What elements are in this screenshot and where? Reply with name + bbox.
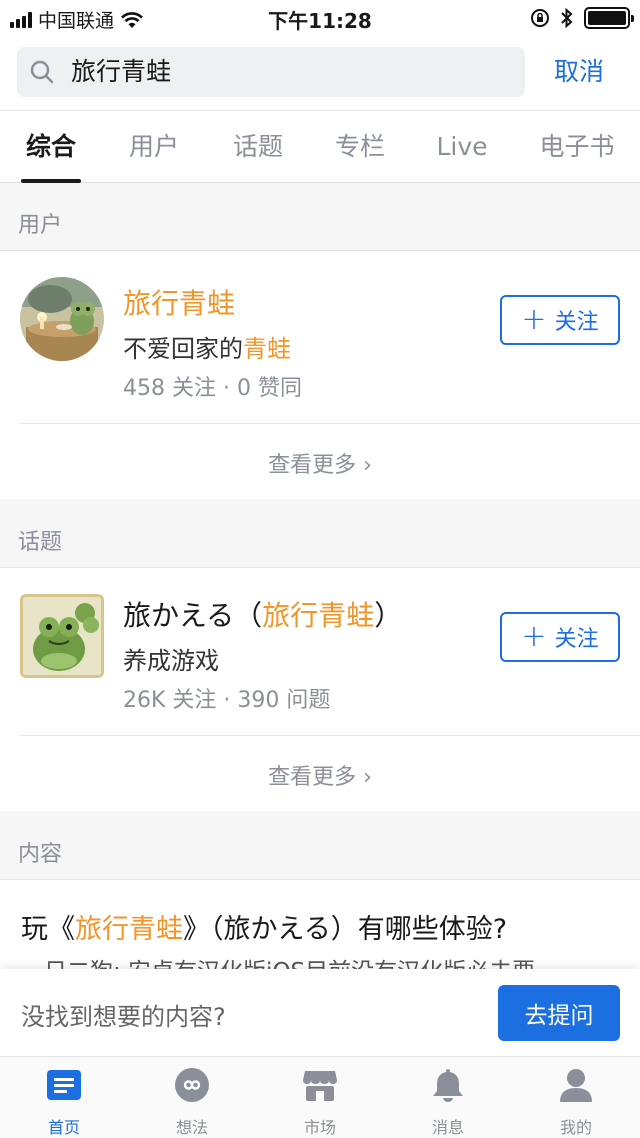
topic-image[interactable] [20,594,104,678]
topic-title-text: 旅かえる（ [123,599,263,632]
orientation-lock-icon [531,9,549,27]
tabbar-label: 首页 [47,1118,80,1137]
tabbar-label: 想法 [175,1118,208,1137]
home-icon [47,1070,81,1100]
frog-avatar-image [20,277,104,361]
tabbar-item-market[interactable]: 市场 [256,1057,384,1138]
market-icon [303,1071,337,1101]
topic-title-suffix: ） [374,599,403,632]
frog-topic-image [23,597,101,675]
ask-prompt: 没找到想要的内容? [21,1003,226,1031]
search-icon [30,60,54,84]
ask-bar: 没找到想要的内容? 去提问 [0,969,640,1057]
section-header-topics: 话题 [0,500,640,568]
bottom-tab-bar: 首页 想法 市场 消息 我的 [0,1057,640,1138]
topic-title-highlight: 旅行青蛙 [262,599,375,632]
tabbar-item-profile[interactable]: 我的 [512,1057,640,1138]
topic-subtitle: 养成游戏 [123,647,219,675]
content-title-text: 玩《 [21,914,75,945]
divider [20,735,640,736]
search-bar: 取消 [0,36,640,110]
section-header-content: 内容 [0,812,640,880]
topic-card[interactable]: 旅かえる（旅行青蛙） 养成游戏 26K 关注 · 390 问题 + 关注 查看更… [0,568,640,811]
search-box[interactable] [17,47,525,97]
user-bio-highlight: 青蛙 [243,335,291,363]
user-name[interactable]: 旅行青蛙 [123,282,235,322]
user-card[interactable]: 旅行青蛙 不爱回家的青蛙 458 关注 · 0 赞同 + 关注 查看更多 › [0,251,640,499]
tab-columns[interactable]: 专栏 [330,111,390,183]
avatar[interactable] [20,277,104,361]
user-bio: 不爱回家的青蛙 [123,329,291,364]
bell-icon [433,1069,463,1102]
follow-topic-button[interactable]: + 关注 [500,612,620,662]
result-tabs: 综合 用户 话题 专栏 Live 电子书 [0,110,640,183]
user-meta: 458 关注 · 0 赞同 [123,376,302,401]
view-more-topics-link[interactable]: 查看更多 › [0,759,640,791]
profile-icon [560,1069,592,1102]
tabbar-item-home[interactable]: 首页 [0,1057,128,1138]
battery-icon [584,7,634,29]
tab-live[interactable]: Live [430,111,494,183]
section-title: 话题 [18,530,63,555]
bluetooth-icon [561,8,573,28]
content-title-highlight: 旅行青蛙 [75,914,183,945]
status-bar: 中国联通 下午11:28 [0,0,640,36]
tabbar-item-ideas[interactable]: 想法 [128,1057,256,1138]
content-title-suffix: 》（旅かえる）有哪些体验? [183,914,508,945]
idea-icon [175,1068,209,1102]
ask-question-button[interactable]: 去提问 [498,985,620,1041]
tabbar-item-messages[interactable]: 消息 [384,1057,512,1138]
tab-ebooks[interactable]: 电子书 [536,111,618,183]
follow-label: 关注 [554,310,599,335]
user-bio-text: 不爱回家的 [123,335,243,363]
section-header-users: 用户 [0,183,640,251]
topic-title[interactable]: 旅かえる（旅行青蛙） [123,594,402,634]
view-more-users-link[interactable]: 查看更多 › [0,447,640,479]
user-name-highlight: 旅行青蛙 [123,287,236,320]
content-title[interactable]: 玩《旅行青蛙》（旅かえる）有哪些体验? [21,907,507,946]
status-right [530,7,634,29]
topic-meta: 26K 关注 · 390 问题 [123,688,331,713]
follow-user-button[interactable]: + 关注 [500,295,620,345]
follow-label: 关注 [554,627,599,652]
cancel-button[interactable]: 取消 [554,47,604,97]
section-title: 内容 [18,842,63,867]
search-input[interactable] [71,47,511,97]
tab-all[interactable]: 综合 [21,111,81,183]
tabbar-label: 消息 [431,1118,464,1137]
tabbar-label: 市场 [303,1118,336,1137]
tab-topics[interactable]: 话题 [228,111,288,183]
divider [20,423,640,424]
tab-users[interactable]: 用户 [124,111,184,183]
tabbar-label: 我的 [559,1118,592,1137]
section-title: 用户 [18,213,63,238]
plus-icon: + [521,302,547,337]
plus-icon: + [521,619,547,654]
